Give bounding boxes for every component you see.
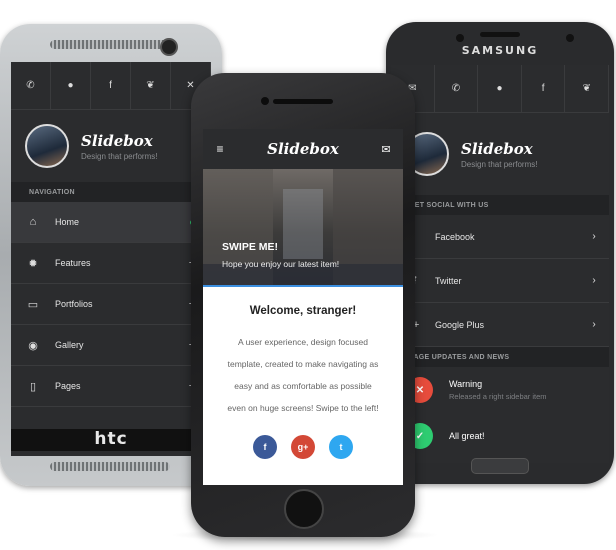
social-row: ✆ ● f ❦ ✕ <box>11 62 211 110</box>
phone-icon[interactable]: ✆ <box>11 62 51 109</box>
section-header-navigation: NAVIGATION <box>11 182 211 202</box>
chevron-right-icon: › <box>592 275 596 286</box>
update-item-all-great[interactable]: ✓ All great! <box>391 413 609 459</box>
social-item-label: Twitter <box>435 275 462 286</box>
home-button[interactable] <box>284 489 324 529</box>
twitter-button[interactable]: t <box>329 435 353 459</box>
home-icon: ⌂ <box>29 216 37 228</box>
front-sensor <box>456 34 464 42</box>
update-item-warning[interactable]: ✕ Warning Released a right sidebar item <box>391 367 609 413</box>
file-icon: ▯ <box>29 380 37 393</box>
section-header-updates: PAGE UPDATES AND NEWS <box>391 347 609 367</box>
welcome-heading: Welcome, stranger! <box>249 305 357 317</box>
nav-item-portfolios[interactable]: ▭ Portfolios + <box>11 284 211 325</box>
samsung-phone: SAMSUNG ✉ ✆ ● f ❦ Slidebox Design that p… <box>386 22 614 484</box>
social-item-label: Google Plus <box>435 319 485 330</box>
nav-item-label: Home <box>55 217 80 227</box>
profile-header: Slidebox Design that performs! <box>391 113 609 195</box>
speaker <box>480 32 520 37</box>
hero-slider[interactable]: SWIPE ME! Hope you enjoy our latest item… <box>203 169 403 287</box>
nav-item-label: Pages <box>55 381 81 391</box>
chat-icon[interactable]: ● <box>51 62 91 109</box>
bottom-speaker-grill <box>50 462 170 471</box>
image-icon: ▭ <box>27 298 39 311</box>
nav-item-features[interactable]: ✹ Features + <box>11 243 211 284</box>
chat-icon[interactable]: ● <box>478 65 522 112</box>
social-buttons: f g+ t <box>203 435 403 459</box>
google-plus-button[interactable]: g+ <box>291 435 315 459</box>
facebook-icon[interactable]: f <box>522 65 566 112</box>
iphone: ≡ Slidebox ✉ SWIPE ME! Hope you enjoy ou… <box>191 73 415 537</box>
chevron-right-icon: › <box>592 231 596 242</box>
nav-item-label: Features <box>55 258 91 268</box>
gear-icon: ✹ <box>28 257 38 270</box>
social-item-twitter[interactable]: ❦ Twitter › <box>391 259 609 303</box>
update-title: All great! <box>449 431 485 441</box>
facebook-button[interactable]: f <box>253 435 277 459</box>
twitter-icon[interactable]: ❦ <box>131 62 171 109</box>
app-title: Slidebox <box>267 140 339 158</box>
app-title: Slidebox <box>461 139 533 158</box>
intro-paragraph: A user experience, design focused templa… <box>227 337 379 413</box>
camera-icon: ◉ <box>28 339 38 352</box>
iphone-screen: ≡ Slidebox ✉ SWIPE ME! Hope you enjoy ou… <box>203 129 403 485</box>
home-button[interactable] <box>471 458 529 474</box>
section-header-social: GET SOCIAL WITH US <box>391 195 609 215</box>
nav-item-home[interactable]: ⌂ Home <box>11 202 211 243</box>
front-camera <box>261 97 269 105</box>
facebook-icon[interactable]: f <box>91 62 131 109</box>
avatar <box>25 124 69 168</box>
samsung-logo: SAMSUNG <box>461 44 539 57</box>
update-subtitle: Released a right sidebar item <box>449 392 547 401</box>
social-item-google-plus[interactable]: g+ Google Plus › <box>391 303 609 347</box>
social-item-label: Facebook <box>435 231 475 242</box>
nav-item-label: Portfolios <box>55 299 93 309</box>
htc-screen: ✆ ● f ❦ ✕ Slidebox Design that performs!… <box>11 62 211 456</box>
front-camera <box>160 38 178 56</box>
speaker <box>273 99 333 104</box>
profile-header: Slidebox Design that performs! <box>11 110 211 182</box>
top-bar: ≡ Slidebox ✉ <box>203 129 403 169</box>
nav-item-gallery[interactable]: ◉ Gallery + <box>11 325 211 366</box>
twitter-icon[interactable]: ❦ <box>565 65 609 112</box>
menu-icon[interactable]: ≡ <box>203 142 237 156</box>
app-title: Slidebox <box>81 131 153 150</box>
htc-phone: ✆ ● f ❦ ✕ Slidebox Design that performs!… <box>0 24 222 486</box>
social-item-facebook[interactable]: f Facebook › <box>391 215 609 259</box>
htc-logo: htc <box>94 429 128 449</box>
update-title: Warning <box>449 379 483 389</box>
mail-icon[interactable]: ✉ <box>369 143 403 156</box>
nav-item-pages[interactable]: ▯ Pages + <box>11 366 211 407</box>
social-row: ✉ ✆ ● f ❦ <box>391 65 609 113</box>
samsung-screen: ✉ ✆ ● f ❦ Slidebox Design that performs!… <box>391 65 609 463</box>
hero-title: SWIPE ME! <box>222 241 279 253</box>
app-tagline: Design that performs! <box>81 151 158 161</box>
app-tagline: Design that performs! <box>461 159 538 169</box>
chevron-right-icon: › <box>592 319 596 330</box>
top-speaker-grill <box>50 40 170 49</box>
hero-subtitle: Hope you enjoy our latest item! <box>222 259 340 269</box>
front-camera <box>566 34 574 42</box>
nav-item-label: Gallery <box>55 340 84 350</box>
phone-icon[interactable]: ✆ <box>435 65 479 112</box>
